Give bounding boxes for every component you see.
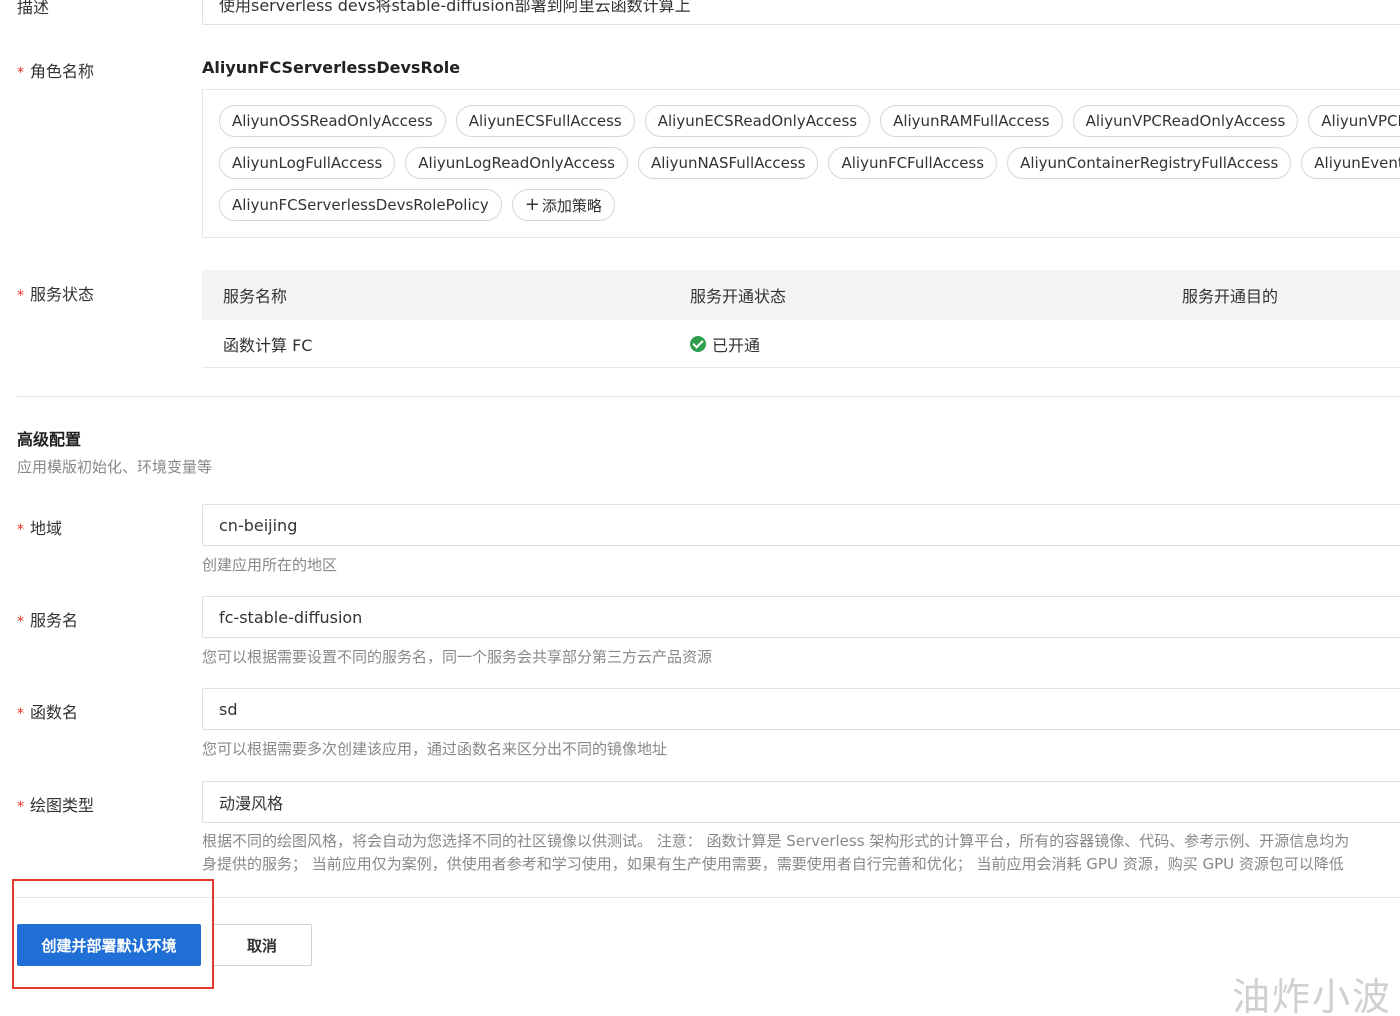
section-divider [17, 396, 1400, 397]
plus-icon: + [524, 194, 540, 215]
watermark-text: 油炸小波 [1231, 975, 1392, 1016]
drawing-type-label: * 绘图类型 [17, 796, 95, 815]
column-header: 服务开通状态 [690, 287, 787, 306]
check-circle-icon [690, 335, 706, 352]
column-header: 服务开通目的 [1182, 287, 1279, 306]
policy-tag[interactable]: AliyunRAMFullAccess [880, 105, 1063, 137]
service-status-table: 服务名称 服务开通状态 服务开通目的 函数计算 FC 已开通 [202, 270, 1400, 368]
footer-divider [17, 897, 1400, 898]
create-and-deploy-button[interactable]: 创建并部署默认环境 [17, 924, 201, 966]
column-header: 服务名称 [223, 287, 288, 306]
description-input[interactable]: 使用serverless devs将stable-diffusion部署到阿里云… [202, 0, 1400, 25]
deploy-form-page: 描述 使用serverless devs将stable-diffusion部署到… [0, 0, 1400, 1016]
policy-row-3: AliyunFCServerlessDevsRolePolicy + 添加策略 [219, 189, 615, 221]
region-label: * 地域 [17, 519, 63, 538]
policy-tag[interactable]: AliyunContainerRegistryFullAccess [1007, 147, 1292, 179]
service-name-input[interactable]: fc-stable-diffusion [202, 596, 1400, 638]
region-input[interactable]: cn-beijing [202, 504, 1400, 546]
policy-tag[interactable]: AliyunECSReadOnlyAccess [644, 105, 871, 137]
advanced-section-subtitle: 应用模版初始化、环境变量等 [17, 458, 213, 476]
policy-tag[interactable]: AliyunNASFullAccess [637, 147, 819, 179]
function-name-help: 您可以根据需要多次创建该应用，通过函数名来区分出不同的镜像地址 [202, 740, 668, 758]
policy-row-1: AliyunOSSReadOnlyAccess AliyunECSFullAcc… [219, 105, 1400, 137]
table-row: 函数计算 FC 已开通 [202, 320, 1400, 368]
service-status-cell: 已开通 [690, 320, 760, 367]
function-name-label: * 函数名 [17, 703, 79, 722]
policy-tag[interactable]: AliyunECSFullAccess [455, 105, 635, 137]
policy-tag[interactable]: AliyunVPCReadOnlyAccess [1072, 105, 1299, 137]
policy-tag[interactable]: AliyunVPCF [1308, 105, 1400, 137]
role-name-value: AliyunFCServerlessDevsRole [202, 58, 461, 77]
service-status-label: * 服务状态 [17, 285, 95, 304]
service-name-cell: 函数计算 FC [223, 335, 313, 355]
policy-tag[interactable]: AliyunFCFullAccess [828, 147, 998, 179]
service-name-help: 您可以根据需要设置不同的服务名，同一个服务会共享部分第三方云产品资源 [202, 648, 713, 666]
region-help: 创建应用所在的地区 [202, 556, 338, 574]
advanced-section-title: 高级配置 [17, 430, 82, 449]
cancel-button[interactable]: 取消 [212, 924, 312, 966]
policy-tag[interactable]: AliyunLogReadOnlyAccess [405, 147, 628, 179]
add-policy-button[interactable]: + 添加策略 [511, 189, 615, 221]
drawing-type-select[interactable]: 动漫风格 [202, 781, 1400, 823]
policy-tag[interactable]: AliyunEventE [1301, 147, 1400, 179]
role-name-label: * 角色名称 [17, 62, 95, 81]
drawing-type-help: 根据不同的绘图风格，将会自动为您选择不同的社区镜像以供测试。 注意： 函数计算是… [202, 832, 1350, 873]
policy-row-2: AliyunLogFullAccess AliyunLogReadOnlyAcc… [219, 147, 1400, 179]
policy-list: AliyunOSSReadOnlyAccess AliyunECSFullAcc… [202, 89, 1400, 238]
function-name-input[interactable]: sd [202, 688, 1400, 730]
table-header: 服务名称 服务开通状态 服务开通目的 [202, 270, 1400, 320]
policy-tag[interactable]: AliyunFCServerlessDevsRolePolicy [219, 189, 502, 221]
service-name-label: * 服务名 [17, 611, 79, 630]
description-label: 描述 [17, 0, 50, 17]
policy-tag[interactable]: AliyunLogFullAccess [219, 147, 396, 179]
policy-tag[interactable]: AliyunOSSReadOnlyAccess [219, 105, 446, 137]
